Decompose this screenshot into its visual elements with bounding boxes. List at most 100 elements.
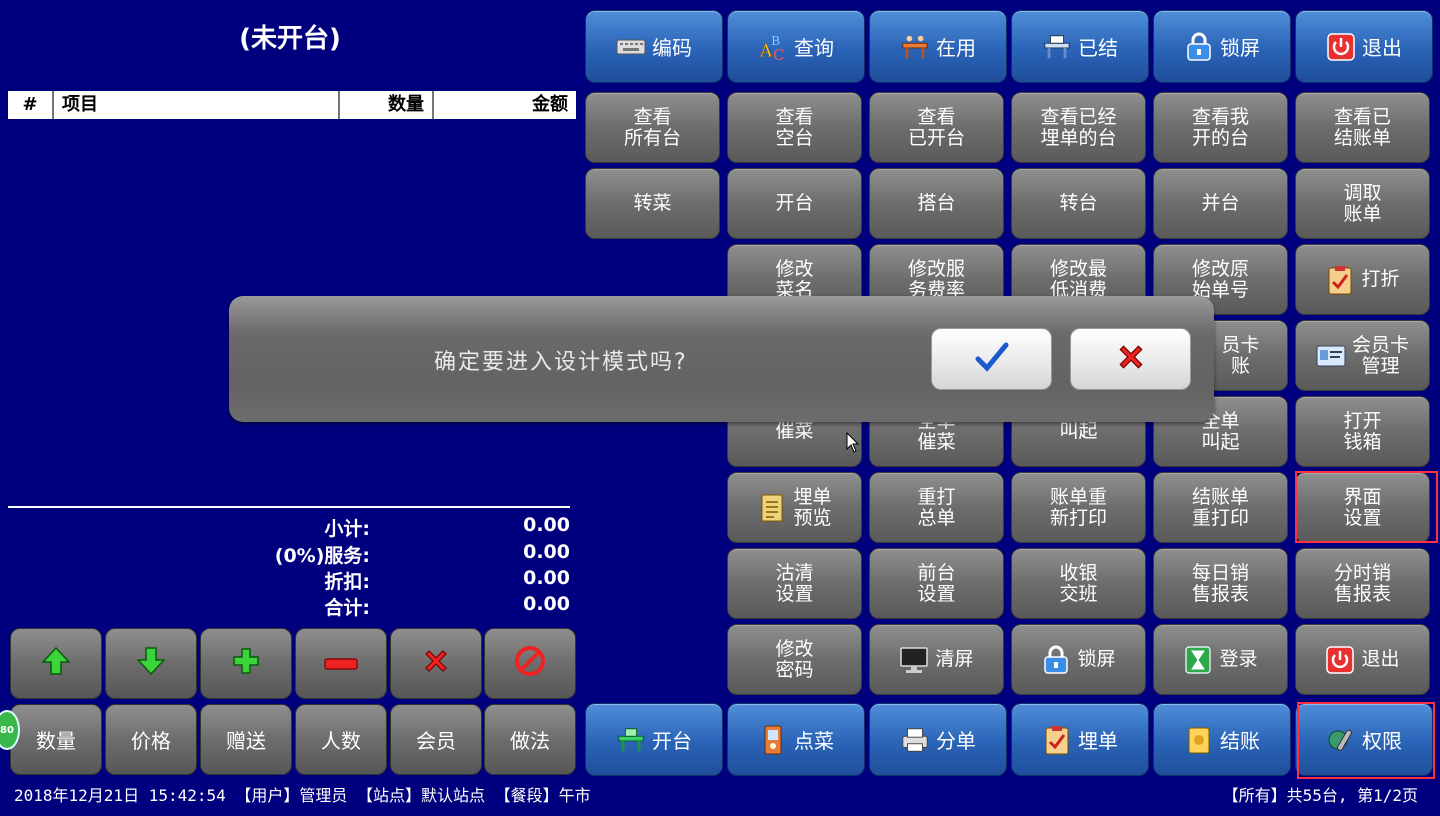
bill-preview-button[interactable]: 埋单 预览 <box>727 472 862 543</box>
cancel-button[interactable] <box>1070 328 1191 390</box>
abc-icon: ABC <box>758 32 788 63</box>
merge-table-button[interactable]: 并台 <box>1153 168 1288 239</box>
lock-screen-button-2[interactable]: 锁屏 <box>1011 624 1146 695</box>
daily-sales-report-button[interactable]: 每日销 售报表 <box>1153 548 1288 619</box>
view-opened-tables-button[interactable]: 查看 已开台 <box>869 92 1004 163</box>
mouse-cursor-icon <box>846 431 860 458</box>
column-index: # <box>8 91 54 119</box>
permissions-label: 权限 <box>1362 729 1402 753</box>
view-my-tables-button[interactable]: 查看我 开的台 <box>1153 92 1288 163</box>
view-settled-bills-button[interactable]: 查看已 结账单 <box>1295 92 1430 163</box>
total-label: 合计: <box>324 597 370 619</box>
exit-button-2[interactable]: 退出 <box>1295 624 1430 695</box>
open-table-button[interactable]: 开台 <box>727 168 862 239</box>
exit-label-2: 退出 <box>1361 648 1400 670</box>
settle-label: 结账 <box>1220 729 1260 753</box>
monitor-icon <box>899 645 929 675</box>
tools-icon <box>1326 725 1356 755</box>
confirm-button[interactable] <box>931 328 1052 390</box>
column-quantity: 数量 <box>340 91 434 119</box>
subtotal-value: 0.00 <box>523 514 570 536</box>
column-amount: 金额 <box>532 94 568 115</box>
split-bill-label: 分单 <box>936 729 976 753</box>
table-icon <box>616 725 646 755</box>
reprint-summary-button[interactable]: 重打 总单 <box>869 472 1004 543</box>
share-table-button[interactable]: 搭台 <box>869 168 1004 239</box>
view-all-tables-button[interactable]: 查看 所有台 <box>585 92 720 163</box>
move-down-button[interactable] <box>105 628 197 699</box>
order-dishes-label: 点菜 <box>794 729 834 753</box>
clear-screen-label: 清屏 <box>935 648 974 670</box>
view-billed-tables-button[interactable]: 查看已经 埋单的台 <box>1011 92 1146 163</box>
clipboard-check-icon <box>1325 265 1355 295</box>
clear-screen-button[interactable]: 清屏 <box>869 624 1004 695</box>
gift-button[interactable]: 赠送 <box>200 704 292 775</box>
reprint-settlement-button[interactable]: 结账单 重打印 <box>1153 472 1288 543</box>
permissions-button[interactable]: 权限 <box>1295 703 1433 776</box>
bill-preview-label: 埋单 预览 <box>793 485 832 529</box>
prohibited-icon <box>514 645 546 682</box>
total-value: 0.00 <box>523 593 570 615</box>
cooking-method-button[interactable]: 做法 <box>484 704 576 775</box>
order-title: (未开台) <box>239 24 341 54</box>
change-table-button[interactable]: 转台 <box>1011 168 1146 239</box>
settle-button[interactable]: 结账 <box>1153 703 1291 776</box>
checkout-bill-label: 埋单 <box>1078 729 1118 753</box>
column-item: 项目 <box>54 91 340 119</box>
cashier-handover-button[interactable]: 收银 交班 <box>1011 548 1146 619</box>
dining-table-icon <box>900 32 930 62</box>
delete-item-button[interactable] <box>390 628 482 699</box>
cancel-order-button[interactable] <box>484 628 576 699</box>
power-icon <box>1325 645 1355 675</box>
id-card-icon <box>1316 341 1346 371</box>
member-button[interactable]: 会员 <box>390 704 482 775</box>
view-empty-tables-button[interactable]: 查看 空台 <box>727 92 862 163</box>
in-use-button[interactable]: 在用 <box>869 10 1007 83</box>
front-desk-settings-button[interactable]: 前台 设置 <box>869 548 1004 619</box>
plus-icon <box>231 646 261 681</box>
subtotal-label: 小计: <box>324 518 370 540</box>
order-dishes-button[interactable]: 点菜 <box>727 703 865 776</box>
close-icon <box>1114 341 1148 377</box>
lock-screen-button[interactable]: 锁屏 <box>1153 10 1291 83</box>
retrieve-bill-button[interactable]: 调取 账单 <box>1295 168 1430 239</box>
sold-out-settings-button[interactable]: 沽清 设置 <box>727 548 862 619</box>
member-card-manage-button[interactable]: 会员卡 管理 <box>1295 320 1430 391</box>
login-button[interactable]: 登录 <box>1153 624 1288 695</box>
discount-button[interactable]: 打折 <box>1295 244 1430 315</box>
checkout-bill-button[interactable]: 埋单 <box>1011 703 1149 776</box>
decrease-button[interactable] <box>295 628 387 699</box>
pda-icon <box>758 725 788 755</box>
quantity-button[interactable]: 数量 <box>10 704 102 775</box>
increase-button[interactable] <box>200 628 292 699</box>
move-up-button[interactable] <box>10 628 102 699</box>
clipboard-check-icon <box>1042 725 1072 755</box>
reprint-bill-button[interactable]: 账单重 新打印 <box>1011 472 1146 543</box>
lock-screen-label-2: 锁屏 <box>1077 648 1116 670</box>
confirm-dialog: 确定要进入设计模式吗? <box>229 296 1214 422</box>
bottom-open-table-label: 开台 <box>652 729 692 753</box>
dialog-message: 确定要进入设计模式吗? <box>434 350 688 375</box>
split-bill-button[interactable]: 分单 <box>869 703 1007 776</box>
price-button[interactable]: 价格 <box>105 704 197 775</box>
code-label: 编码 <box>652 36 692 60</box>
discount-value: 0.00 <box>523 567 570 589</box>
guests-button[interactable]: 人数 <box>295 704 387 775</box>
change-password-button[interactable]: 修改 密码 <box>727 624 862 695</box>
search-button[interactable]: ABC 查询 <box>727 10 865 83</box>
open-cash-drawer-button[interactable]: 打开 钱箱 <box>1295 396 1430 467</box>
printer-icon <box>900 725 930 755</box>
lock-icon <box>1041 645 1071 675</box>
settled-button[interactable]: 已结 <box>1011 10 1149 83</box>
exit-button[interactable]: 退出 <box>1295 10 1433 83</box>
status-bar: 2018年12月21日 15:42:54 【用户】管理员 【站点】默认站点 【餐… <box>0 778 1440 806</box>
transfer-dish-button[interactable]: 转菜 <box>585 168 720 239</box>
bottom-open-table-button[interactable]: 开台 <box>585 703 723 776</box>
code-button[interactable]: 编码 <box>585 10 723 83</box>
hourly-sales-report-button[interactable]: 分时销 售报表 <box>1295 548 1430 619</box>
member-card-manage-label: 会员卡 管理 <box>1351 333 1409 377</box>
discount-label: 打折 <box>1361 268 1400 290</box>
interface-settings-button[interactable]: 界面 设置 <box>1295 472 1430 543</box>
hourglass-icon <box>1183 645 1213 675</box>
lock-icon <box>1184 32 1214 62</box>
